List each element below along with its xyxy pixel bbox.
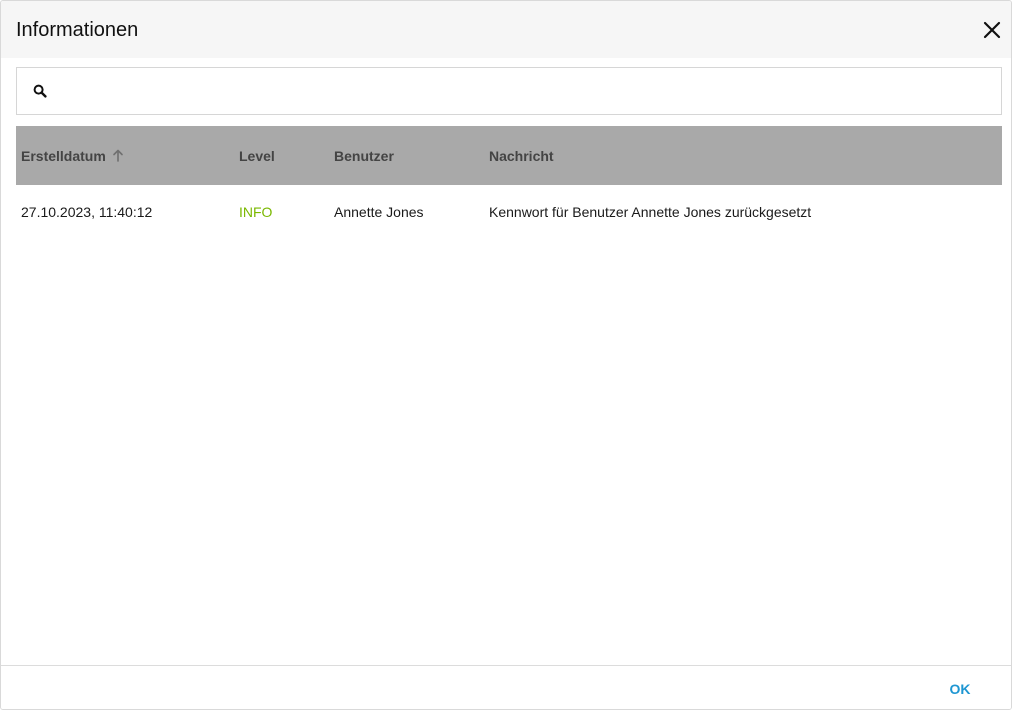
column-header-label: Erstelldatum	[21, 148, 106, 164]
search-box	[16, 67, 1002, 115]
cell-level: INFO	[239, 204, 273, 220]
dialog-title: Informationen	[16, 19, 139, 41]
column-header-erstelldatum[interactable]: Erstelldatum	[21, 148, 124, 164]
table-row[interactable]: 27.10.2023, 11:40:12 INFO Annette Jones …	[16, 186, 1002, 238]
search-input[interactable]	[59, 69, 989, 113]
sort-ascending-icon	[112, 149, 124, 162]
close-button[interactable]	[981, 19, 1003, 41]
close-icon	[981, 19, 1003, 41]
column-header-level[interactable]: Level	[239, 148, 275, 164]
cell-date: 27.10.2023, 11:40:12	[21, 204, 153, 220]
cell-user: Annette Jones	[334, 204, 424, 220]
search-icon	[33, 84, 47, 98]
cell-message: Kennwort für Benutzer Annette Jones zurü…	[489, 204, 812, 220]
ok-button[interactable]: OK	[935, 676, 985, 702]
dialog-header: Informationen	[1, 1, 1011, 58]
column-header-nachricht[interactable]: Nachricht	[489, 148, 554, 164]
dialog-footer: OK	[1, 665, 1011, 709]
column-header-benutzer[interactable]: Benutzer	[334, 148, 394, 164]
table-header: Erstelldatum Level Benutzer Nachricht	[16, 126, 1002, 185]
information-dialog: Informationen Erstelldatum Level Benutze…	[0, 0, 1012, 710]
